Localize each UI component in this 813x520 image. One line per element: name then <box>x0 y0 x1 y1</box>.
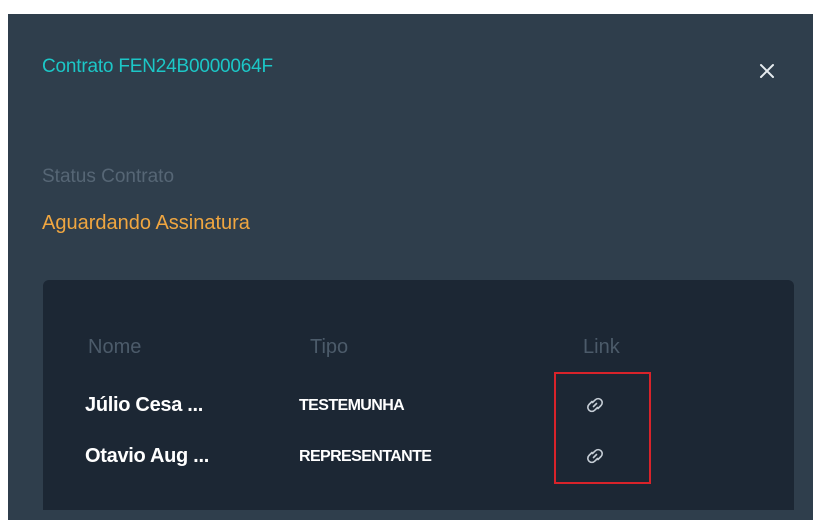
status-label: Status Contrato <box>42 166 175 187</box>
column-header-nome: Nome <box>88 336 142 358</box>
row-type: REPRESENTANTE <box>299 448 432 465</box>
row-name: Júlio Cesa ... <box>85 394 204 416</box>
highlight-box <box>554 372 651 484</box>
column-header-tipo: Tipo <box>310 336 349 358</box>
signers-table: Nome Tipo Link Júlio Cesa ... TESTEMUNHA… <box>43 280 794 510</box>
row-name: Otavio Aug ... <box>85 445 209 467</box>
close-button[interactable] <box>752 56 782 86</box>
modal-title: Contrato FEN24B0000064F <box>42 56 273 77</box>
status-value: Aguardando Assinatura <box>42 212 250 234</box>
column-header-link: Link <box>583 336 620 358</box>
close-icon <box>760 64 774 78</box>
row-type: TESTEMUNHA <box>299 397 405 414</box>
